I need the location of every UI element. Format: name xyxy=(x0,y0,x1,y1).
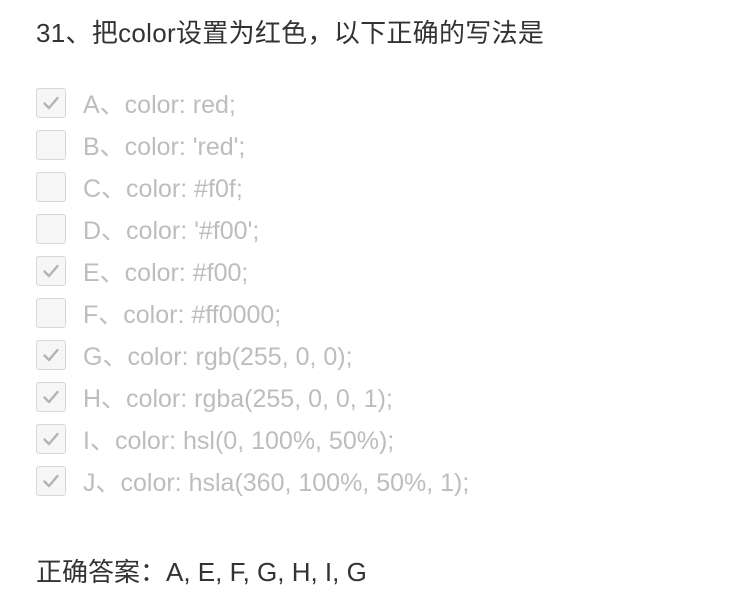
option-g-checkbox[interactable] xyxy=(36,340,66,370)
option-e[interactable]: E、color: #f00; xyxy=(36,250,469,292)
option-a[interactable]: A、color: red; xyxy=(36,82,469,124)
check-icon xyxy=(43,474,59,488)
option-c-checkbox[interactable] xyxy=(36,172,66,202)
option-f-label: F、color: #ff0000; xyxy=(83,301,282,329)
option-h-label: H、color: rgba(255, 0, 0, 1); xyxy=(83,385,393,413)
option-b-label: B、color: 'red'; xyxy=(83,133,246,161)
correct-answer: 正确答案：A, E, F, G, H, I, G xyxy=(36,557,367,587)
option-g[interactable]: G、color: rgb(255, 0, 0); xyxy=(36,334,469,376)
option-list: A、color: red; B、color: 'red'; C、color: #… xyxy=(36,82,469,502)
option-b[interactable]: B、color: 'red'; xyxy=(36,124,469,166)
option-b-checkbox[interactable] xyxy=(36,130,66,160)
option-i[interactable]: I、color: hsl(0, 100%, 50%); xyxy=(36,418,469,460)
check-icon xyxy=(43,390,59,404)
option-j-checkbox[interactable] xyxy=(36,466,66,496)
option-d-checkbox[interactable] xyxy=(36,214,66,244)
check-icon xyxy=(43,96,59,110)
option-g-label: G、color: rgb(255, 0, 0); xyxy=(83,343,353,371)
option-j[interactable]: J、color: hsla(360, 100%, 50%, 1); xyxy=(36,460,469,502)
option-c-label: C、color: #f0f; xyxy=(83,175,243,203)
option-a-label: A、color: red; xyxy=(83,91,236,119)
check-icon xyxy=(43,348,59,362)
option-d[interactable]: D、color: '#f00'; xyxy=(36,208,469,250)
option-c[interactable]: C、color: #f0f; xyxy=(36,166,469,208)
check-icon xyxy=(43,432,59,446)
option-e-checkbox[interactable] xyxy=(36,256,66,286)
option-e-label: E、color: #f00; xyxy=(83,259,249,287)
option-d-label: D、color: '#f00'; xyxy=(83,217,260,245)
question-title: 31、把color设置为红色，以下正确的写法是 xyxy=(36,18,545,48)
option-f[interactable]: F、color: #ff0000; xyxy=(36,292,469,334)
option-i-checkbox[interactable] xyxy=(36,424,66,454)
option-h[interactable]: H、color: rgba(255, 0, 0, 1); xyxy=(36,376,469,418)
option-j-label: J、color: hsla(360, 100%, 50%, 1); xyxy=(83,469,470,497)
option-h-checkbox[interactable] xyxy=(36,382,66,412)
option-f-checkbox[interactable] xyxy=(36,298,66,328)
check-icon xyxy=(43,264,59,278)
option-a-checkbox[interactable] xyxy=(36,88,66,118)
option-i-label: I、color: hsl(0, 100%, 50%); xyxy=(83,427,395,455)
